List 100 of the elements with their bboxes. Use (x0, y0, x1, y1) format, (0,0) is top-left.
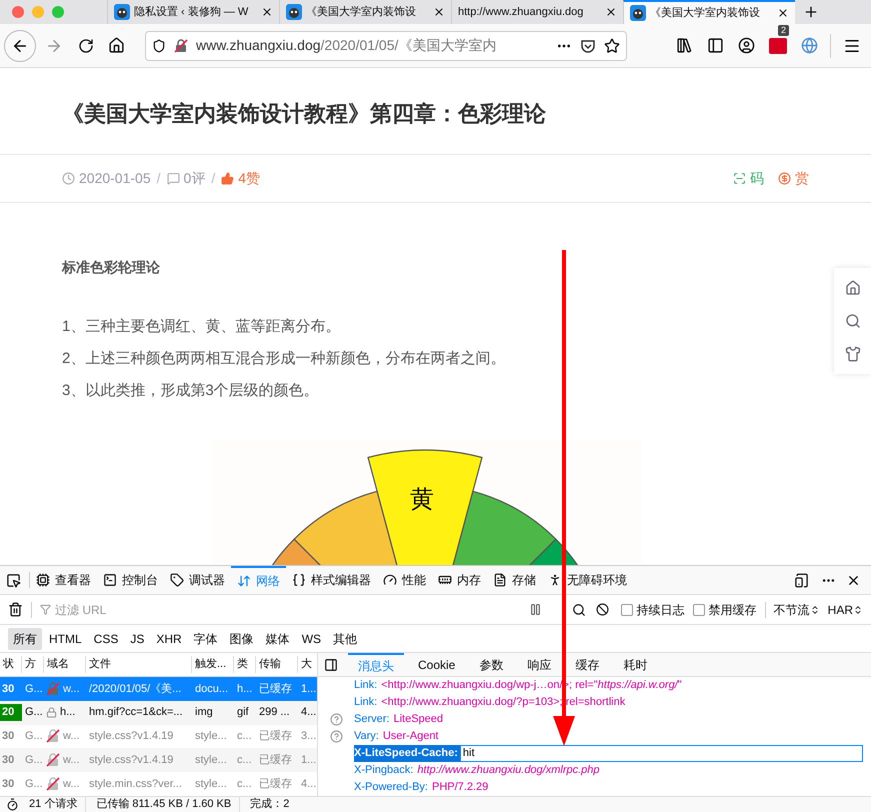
type-filter-button[interactable]: WS (296, 628, 326, 650)
header-name: X-Powered-By: (354, 780, 428, 796)
detail-tab[interactable]: 缓存 (565, 652, 610, 676)
table-cell-text: w... (63, 729, 80, 744)
pause-icon[interactable] (528, 603, 542, 616)
table-cell-text: 4... (300, 776, 318, 792)
clock-icon (62, 172, 75, 185)
checkbox-label: 禁用缓存 (708, 602, 757, 618)
header-value-field[interactable]: hit (460, 745, 863, 762)
devtools-tab[interactable]: 内存 (432, 566, 487, 594)
tag-icon (170, 573, 184, 587)
header-value: http://www.zhuangxiu.dog/xmlrpc.php (417, 763, 600, 778)
detail-tab[interactable]: 耗时 (613, 652, 658, 676)
bookmark-star-icon[interactable] (604, 38, 620, 54)
request-row[interactable]: 30 G... w... style.css?v1.4.19 style... c... 已缓存 3... (0, 724, 317, 748)
column-header[interactable]: 状 (0, 656, 22, 673)
type-filter-button[interactable]: 媒体 (260, 628, 295, 650)
type-filter-button[interactable]: 图像 (224, 628, 259, 650)
type-filter-button[interactable]: HTML (44, 628, 87, 650)
home-icon[interactable] (108, 37, 125, 54)
search-icon[interactable] (572, 602, 586, 616)
checkbox[interactable] (692, 604, 705, 616)
table-cell-text: G... (24, 776, 44, 792)
tab-title: 《美国大学室内装饰设 (650, 6, 761, 21)
insecure-lock-icon (174, 38, 188, 52)
column-header[interactable]: 方 (22, 656, 44, 673)
checkbox[interactable] (620, 604, 633, 616)
element-picker-icon[interactable] (6, 572, 21, 588)
block-icon[interactable] (596, 603, 609, 616)
column-header[interactable]: 类 (234, 656, 256, 673)
url-text: www.zhuangxiu.dog/2020/01/05/《美国大学室内 (196, 36, 498, 55)
back-button[interactable] (4, 30, 36, 62)
table-cell-text: G... (24, 682, 44, 696)
account-icon[interactable] (738, 37, 755, 54)
column-header[interactable]: 触发... (192, 656, 234, 673)
header-value: LiteSpeed (393, 712, 444, 728)
pocket-icon[interactable] (580, 38, 596, 54)
browser-tab[interactable]: 《美国大学室内装饰设 (623, 0, 795, 24)
table-cell-text: style.min.css?ver... (88, 776, 183, 792)
column-header[interactable]: 传输 (256, 656, 298, 673)
table-cell-text: 1... (300, 752, 318, 768)
table-cell-text: gif (236, 705, 250, 720)
devtools-tab[interactable]: 样式编辑器 (286, 566, 377, 594)
type-filter-button[interactable]: 所有 (8, 628, 42, 650)
new-tab-icon[interactable] (803, 4, 819, 20)
checkbox-label: 持续日志 (636, 602, 685, 618)
paragraph: 1、三种主要色调红、黄、蓝等距离分布。 (62, 317, 340, 337)
detail-tab[interactable]: 参数 (469, 652, 514, 676)
close-tab-icon[interactable] (433, 6, 445, 18)
detail-tab[interactable]: Cookie (408, 652, 466, 676)
type-filter-button[interactable]: JS (125, 628, 150, 650)
devtools-tab[interactable]: 无障碍环境 (542, 566, 633, 594)
header-name: Server: (354, 712, 390, 728)
close-tab-icon[interactable] (605, 6, 617, 18)
library-icon[interactable] (676, 37, 693, 54)
table-cell-text: w... (63, 776, 80, 792)
close-tab-icon[interactable] (261, 6, 273, 18)
table-cell-text: style... (194, 776, 228, 792)
devtools-tab[interactable]: 查看器 (30, 566, 97, 594)
table-cell-text: 299 ... (258, 705, 291, 720)
clear-icon[interactable] (8, 602, 23, 617)
request-row[interactable]: 20 G... h... hm.gif?cc=1&ck=... img gif 299 ... 4... (0, 700, 317, 724)
post-date: 2020-01-05 (79, 169, 151, 188)
extension-icon[interactable] (769, 38, 787, 54)
timer-icon[interactable] (6, 798, 19, 811)
globe-icon[interactable] (801, 37, 818, 54)
responsive-mode-icon[interactable] (794, 572, 809, 588)
column-header[interactable]: 域名 (44, 656, 86, 673)
table-cell-text: 已缓存 (258, 776, 293, 792)
table-cell-text: style.css?v1.4.19 (88, 752, 174, 768)
sidebar-icon[interactable] (707, 37, 724, 54)
shirt-icon[interactable] (844, 346, 860, 362)
devtools-tab[interactable]: 控制台 (97, 566, 164, 594)
status-code: 30 (1, 776, 16, 792)
detail-tab[interactable]: 响应 (517, 652, 562, 676)
funnel-icon (40, 604, 51, 615)
help-icon[interactable] (330, 730, 342, 743)
help-icon[interactable] (330, 713, 342, 726)
type-filter-button[interactable]: 字体 (188, 628, 223, 650)
type-filter-button[interactable]: 其他 (328, 628, 362, 650)
table-cell-text: 1... (300, 682, 318, 696)
filter-input[interactable]: 过滤 URL (55, 600, 529, 618)
paragraph: 2、上述三种颜色两两相互混合形成一种新颜色，分布在两者之间。 (62, 349, 506, 369)
lock-icon (46, 707, 57, 718)
close-tab-icon[interactable] (777, 7, 789, 19)
insecure-lock-icon (46, 682, 60, 696)
har-menu[interactable]: HAR (828, 600, 863, 618)
column-header[interactable]: 文件 (86, 656, 192, 673)
header-value: PHP/7.2.29 (432, 780, 488, 796)
throttle-select[interactable]: 不节流 (774, 600, 820, 618)
type-filter-button[interactable]: XHR (151, 628, 187, 650)
reload-icon[interactable] (78, 38, 94, 54)
type-filter-button[interactable]: CSS (88, 628, 124, 650)
request-row[interactable]: 30 G... w... /2020/01/05/《美... docu... h... 已缓存 1... (0, 676, 317, 701)
devtools-tab[interactable]: 存储 (487, 566, 542, 594)
address-bar[interactable]: www.zhuangxiu.dog/2020/01/05/《美国大学室内 (145, 30, 627, 60)
toggle-panel-icon[interactable] (324, 658, 338, 672)
arrows-icon (237, 574, 251, 588)
devtools-tab[interactable]: 调试器 (164, 566, 231, 594)
devtools-tab[interactable]: 性能 (377, 566, 432, 594)
